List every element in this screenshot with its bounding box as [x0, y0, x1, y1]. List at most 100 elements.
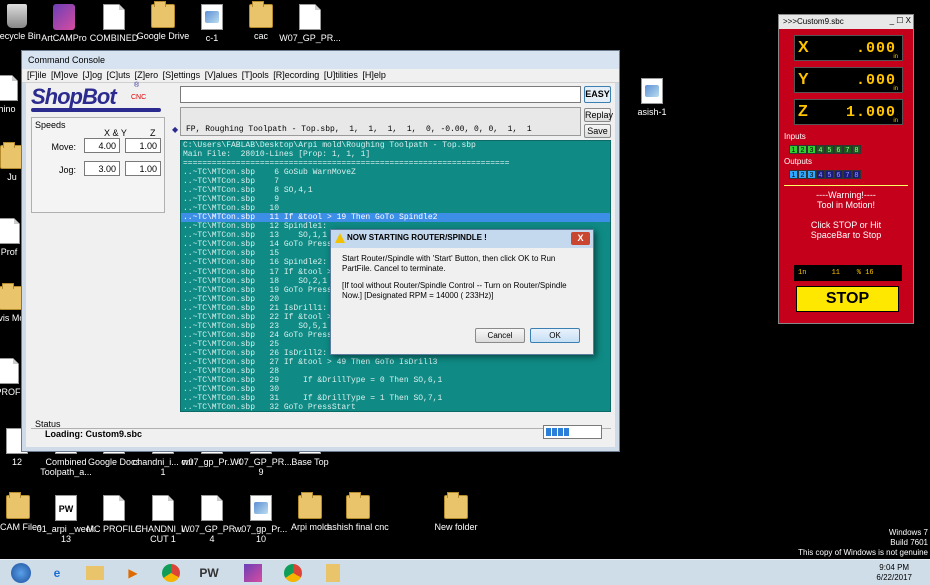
- desktop-icon-w07[interactable]: W07_GP_PR...: [278, 4, 342, 43]
- status-text: Loading: Custom9.sbc: [45, 429, 143, 439]
- code-line-selected[interactable]: ..~TC\MTCon.sbp 11 If &tool > 19 Then Go…: [181, 213, 610, 223]
- folder-icon: [151, 1, 175, 28]
- move-z-field[interactable]: 1.00: [125, 138, 161, 153]
- folder-icon: [298, 492, 322, 519]
- current-file-marker-icon: ◆: [172, 125, 179, 134]
- document-icon: [0, 75, 18, 101]
- menu-help[interactable]: [H]elp: [362, 70, 386, 80]
- x-value: .000: [855, 40, 896, 57]
- router-start-dialog: NOW STARTING ROUTER/SPINDLE ! X Start Ro…: [330, 229, 594, 355]
- warning-line: Tool in Motion!: [816, 200, 876, 210]
- document-icon: [103, 4, 125, 30]
- menu-recording[interactable]: [R]ecording: [273, 70, 319, 80]
- folder-icon: [249, 1, 273, 28]
- console-title: Command Console: [22, 51, 619, 69]
- chrome-window-icon[interactable]: [274, 561, 312, 585]
- speeds-col-z: Z: [150, 128, 156, 138]
- menu-tools[interactable]: [T]ools: [242, 70, 269, 80]
- menu-cuts[interactable]: [C]uts: [107, 70, 131, 80]
- code-line[interactable]: ..~TC\MTCon.sbp 6 GoSub WarnMoveZ: [181, 168, 610, 177]
- loading-progress: [543, 425, 602, 439]
- taskbar: e ▶ PW 9:04 PM 6/22/2017: [0, 559, 930, 585]
- speeds-title: Speeds: [35, 120, 66, 130]
- menu-settings[interactable]: [S]ettings: [163, 70, 201, 80]
- desktop-icon-asish1[interactable]: asish-1: [620, 78, 684, 117]
- menu-zero[interactable]: [Z]ero: [135, 70, 159, 80]
- menu-jog[interactable]: [J]og: [83, 70, 103, 80]
- folder-icon: [0, 283, 23, 310]
- chrome-icon[interactable]: [152, 561, 190, 585]
- jog-xy-field[interactable]: 3.00: [84, 161, 120, 176]
- inputs-label: Inputs: [784, 132, 806, 141]
- y-value: .000: [855, 72, 896, 89]
- code-line[interactable]: ..~TC\MTCon.sbp 9: [181, 195, 610, 204]
- replay-button[interactable]: Replay: [584, 108, 613, 122]
- sbp-file-icon: [250, 495, 272, 521]
- dialog-title: NOW STARTING ROUTER/SPINDLE !: [347, 233, 487, 242]
- code-line[interactable]: ..~TC\MTCon.sbp 7: [181, 177, 610, 186]
- z-axis-readout: Z 1.000 in: [794, 99, 903, 125]
- code-line[interactable]: ..~TC\MTCon.sbp 27 If &tool > 49 Then Go…: [181, 358, 610, 367]
- explorer-icon[interactable]: [76, 561, 114, 585]
- desktop-icon-ashish-final[interactable]: ashish final cnc: [326, 492, 390, 532]
- file-command-line: FP, Roughing Toolpath - Top.sbp, 1, 1, 1…: [180, 107, 581, 136]
- document-icon: [0, 218, 20, 244]
- easy-button[interactable]: EASY: [584, 86, 611, 103]
- code-path: C:\Users\FABLAB\Desktop\Arpi mold\Roughi…: [183, 141, 476, 150]
- stop-button[interactable]: STOP: [796, 286, 899, 312]
- desktop-icon-new-folder[interactable]: New folder: [424, 492, 488, 532]
- outputs-label: Outputs: [784, 157, 813, 166]
- menu-values[interactable]: [V]alues: [205, 70, 238, 80]
- dialog-message: Start Router/Spindle with 'Start' Button…: [342, 254, 556, 273]
- pw-app-icon[interactable]: PW: [190, 561, 228, 585]
- move-xy-field[interactable]: 4.00: [84, 138, 120, 153]
- menu-move[interactable]: [M]ove: [51, 70, 78, 80]
- document-icon: [299, 4, 321, 30]
- warning-title: ----Warning!----: [816, 190, 876, 200]
- cancel-button[interactable]: Cancel: [475, 328, 525, 343]
- ok-button[interactable]: OK: [530, 328, 580, 343]
- x-axis-readout: X .000 in: [794, 35, 903, 61]
- code-line[interactable]: ..~TC\MTCon.sbp 31 If &DrillType = 1 The…: [181, 394, 610, 403]
- z-value: 1.000: [845, 104, 896, 121]
- y-axis-readout: Y .000 in: [794, 67, 903, 93]
- folder-icon: [346, 492, 370, 519]
- jog-label: Jog:: [58, 165, 76, 175]
- jog-z-field[interactable]: 1.00: [125, 161, 161, 176]
- command-input[interactable]: [180, 86, 581, 103]
- outputs-row: 12345678: [789, 168, 861, 179]
- start-button-icon[interactable]: [2, 561, 40, 585]
- motion-warning: ----Warning!---- Tool in Motion! Click S…: [784, 185, 908, 265]
- ie-icon[interactable]: e: [38, 561, 76, 585]
- code-line[interactable]: ..~TC\MTCon.sbp 28: [181, 367, 610, 376]
- code-line[interactable]: ..~TC\MTCon.sbp 30: [181, 385, 610, 394]
- system-clock[interactable]: 9:04 PM 6/22/2017: [876, 563, 912, 583]
- code-line[interactable]: ..~TC\MTCon.sbp 10: [181, 204, 610, 213]
- folder-icon: [6, 492, 30, 519]
- folder-taskbar-icon[interactable]: [314, 561, 352, 585]
- warning-icon: [335, 233, 345, 243]
- dialog-title-bar: NOW STARTING ROUTER/SPINDLE ! X: [331, 230, 593, 248]
- menu-file[interactable]: [F]ile: [27, 70, 47, 80]
- artcam-taskbar-icon[interactable]: [234, 561, 272, 585]
- dialog-note: [If tool without Router/Spindle Control …: [342, 281, 567, 300]
- code-line[interactable]: ..~TC\MTCon.sbp 29 If &DrillType = 0 The…: [181, 376, 610, 385]
- document-icon: [0, 358, 19, 384]
- artcam-icon: [53, 4, 75, 30]
- code-line[interactable]: ..~TC\MTCon.sbp 32 GoTo PressStart: [181, 403, 610, 411]
- sbp-file-icon: [641, 78, 663, 104]
- code-main-file: Main File: 28010-Lines [Prop: 1, 1, 1]: [183, 150, 371, 159]
- document-icon: [152, 495, 174, 521]
- speeds-col-xy: X & Y: [104, 128, 127, 138]
- menu-utilities[interactable]: [U]tilities: [324, 70, 358, 80]
- windows-notice: Windows 7 Build 7601 This copy of Window…: [798, 528, 928, 557]
- save-button[interactable]: Save: [584, 124, 611, 138]
- window-controls[interactable]: _ ☐ X: [890, 16, 911, 25]
- code-line[interactable]: ..~TC\MTCon.sbp 8 SO,4,1: [181, 186, 610, 195]
- media-player-icon[interactable]: ▶: [114, 561, 152, 585]
- dro-title: >>>Custom9.sbc: [783, 17, 844, 26]
- speeds-panel: Speeds X & Y Z Move: Jog: 4.00 1.00 3.00…: [31, 117, 165, 213]
- recycle-bin-icon: [7, 4, 27, 28]
- close-icon[interactable]: X: [571, 232, 590, 245]
- folder-icon: [444, 492, 468, 519]
